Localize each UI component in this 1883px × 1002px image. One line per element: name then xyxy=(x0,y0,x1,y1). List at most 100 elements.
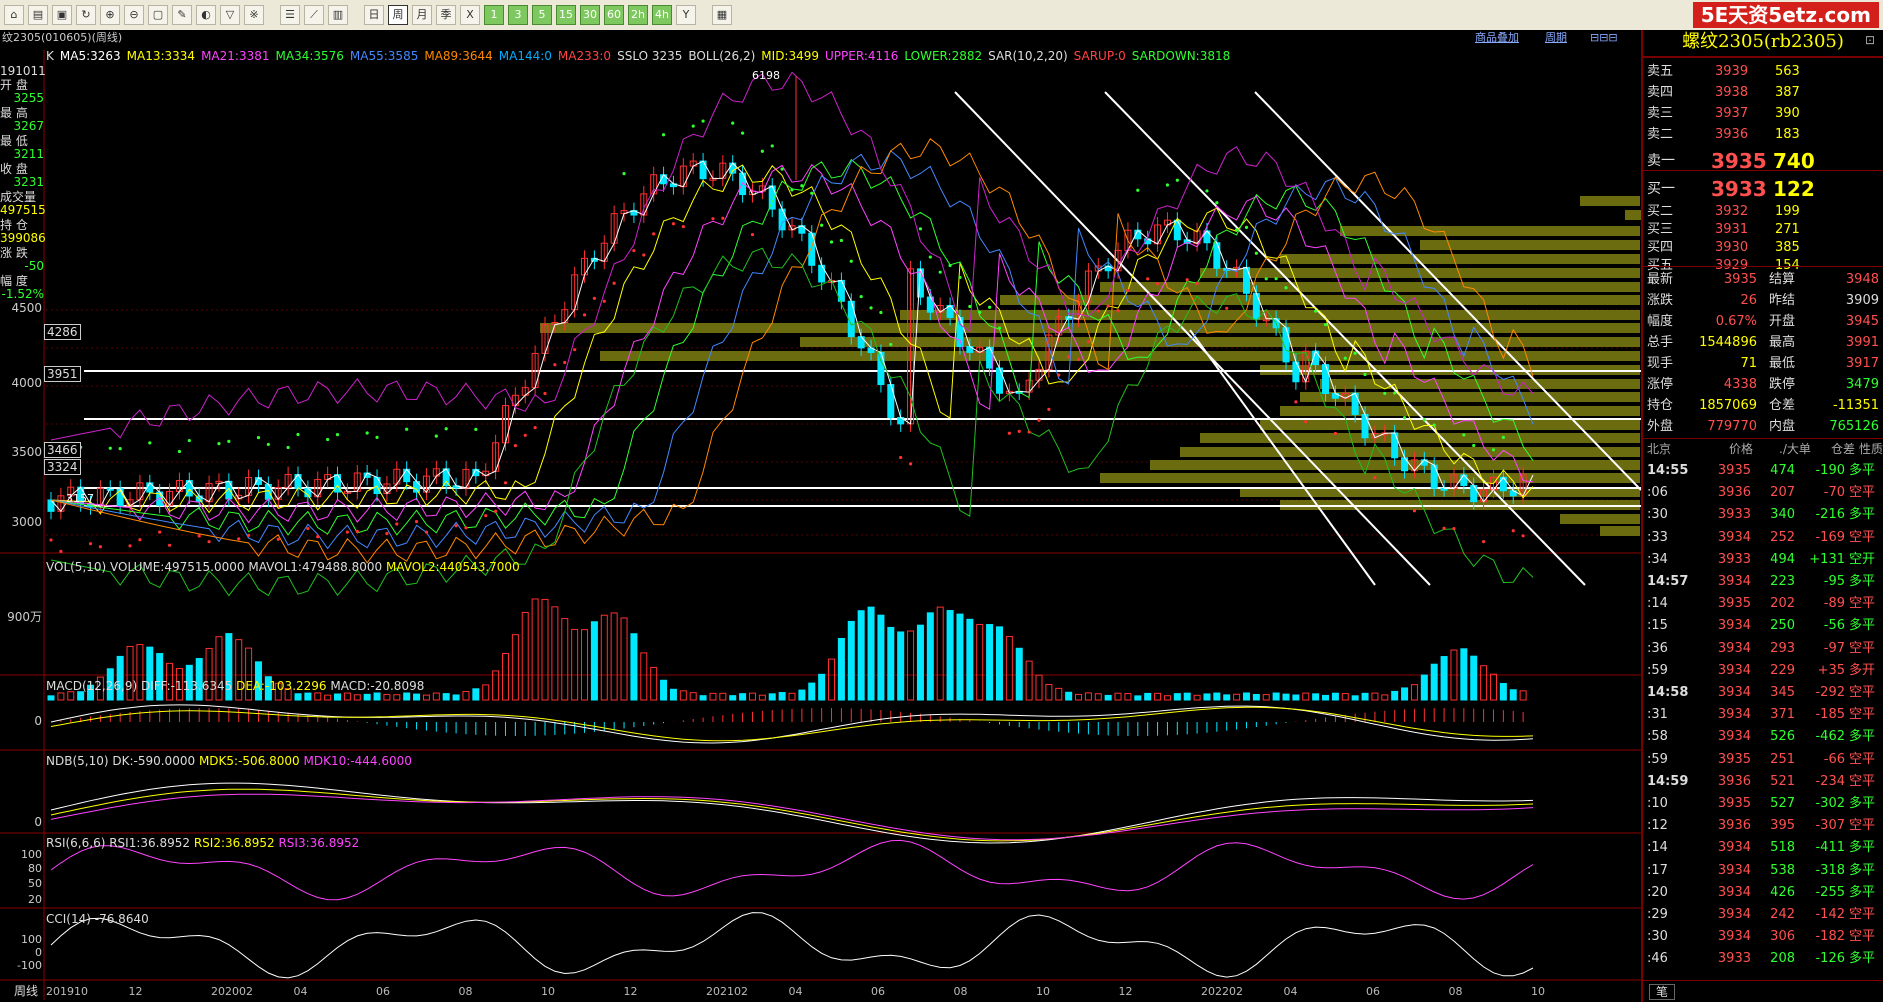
open-icon[interactable]: ▣ xyxy=(52,5,72,25)
sar-dot xyxy=(731,121,735,125)
sar-dot xyxy=(948,263,952,268)
ask-row[interactable]: 卖五 3939 563 xyxy=(1645,62,1881,82)
sar-dot xyxy=(1373,476,1377,480)
tick-row[interactable]: 14:57 3934 223 -95 多平 xyxy=(1645,571,1881,593)
sar-dot xyxy=(1146,277,1150,281)
level-box: 4286 xyxy=(44,324,81,340)
tick-row[interactable]: :30 3934 306 -182 空平 xyxy=(1645,926,1881,948)
volume-bar xyxy=(373,692,381,701)
monthly-icon[interactable]: 月 xyxy=(412,5,432,25)
window-controls[interactable]: ⊟⊟⊟ xyxy=(1590,31,1618,45)
info-value: 3211 xyxy=(13,147,44,161)
stat-value: 3935 xyxy=(1723,272,1757,287)
tick-row[interactable]: :20 3934 426 -255 多平 xyxy=(1645,882,1881,904)
1min-icon[interactable]: 1 xyxy=(484,5,504,25)
stat-value: 3991 xyxy=(1845,335,1879,350)
tick-row[interactable]: :14 3934 518 -411 多平 xyxy=(1645,837,1881,859)
chart-area[interactable]: 纹2305(010605)(周线) 商品叠加 周期 ⊟⊟⊟ K MA5:3263 M… xyxy=(0,30,1641,1002)
x-tick: 202002 xyxy=(211,985,253,998)
window-icon[interactable]: ▢ xyxy=(148,5,168,25)
daily-icon[interactable]: 日 xyxy=(364,5,384,25)
candle-body xyxy=(1242,266,1250,294)
divider xyxy=(1643,170,1883,171)
ask-price: 3938 xyxy=(1715,85,1749,100)
color-icon[interactable]: ◐ xyxy=(196,5,216,25)
sar-dot xyxy=(158,530,162,534)
tick-row[interactable]: :59 3934 229 +35 多开 xyxy=(1645,660,1881,682)
ask-row[interactable]: 卖二 3936 183 xyxy=(1645,125,1881,145)
volume-bar xyxy=(521,611,529,701)
zoom-in-icon[interactable]: ⊕ xyxy=(100,5,120,25)
ndb-mdk10: MDK10:-444.6000 xyxy=(303,754,412,768)
tick-row[interactable]: :17 3934 538 -318 多平 xyxy=(1645,860,1881,882)
ask-row[interactable]: 卖四 3938 387 xyxy=(1645,83,1881,103)
sar-dot xyxy=(553,363,557,367)
folder-icon[interactable]: ▤ xyxy=(28,5,48,25)
tick-row[interactable]: :15 3934 250 -56 多平 xyxy=(1645,615,1881,637)
tick-row[interactable]: :46 3933 208 -126 多平 xyxy=(1645,948,1881,970)
quarter-icon[interactable]: 季 xyxy=(436,5,456,25)
sar-dot xyxy=(1116,309,1120,313)
chart-canvas[interactable] xyxy=(0,30,1641,1002)
ask-row[interactable]: 卖三 3937 390 xyxy=(1645,104,1881,124)
tick-row[interactable]: :58 3934 526 -462 多平 xyxy=(1645,726,1881,748)
3min-icon[interactable]: 3 xyxy=(508,5,528,25)
filter-icon[interactable]: ▽ xyxy=(220,5,240,25)
tick-row[interactable]: :29 3934 242 -142 空平 xyxy=(1645,904,1881,926)
bid-row[interactable]: 买三 3931 271 xyxy=(1645,220,1881,240)
tick-row[interactable]: :14 3935 202 -89 空平 xyxy=(1645,593,1881,615)
x-icon[interactable]: X xyxy=(460,5,480,25)
sar-dot xyxy=(1491,448,1496,452)
stat-value: 3948 xyxy=(1845,272,1879,287)
sar-dot xyxy=(316,535,320,539)
tab-ticks[interactable]: 笔 xyxy=(1649,984,1676,1000)
tick-row[interactable]: :59 3935 251 -66 空平 xyxy=(1645,749,1881,771)
tick-volume: 526 xyxy=(1770,729,1795,745)
tick-row[interactable]: :30 3933 340 -216 多平 xyxy=(1645,504,1881,526)
refresh-icon[interactable]: ↻ xyxy=(76,5,96,25)
5min-icon[interactable]: 5 xyxy=(532,5,552,25)
home-icon[interactable]: ⌂ xyxy=(4,5,24,25)
tick-price: 3934 xyxy=(1717,840,1751,856)
zoom-out-icon[interactable]: ⊖ xyxy=(124,5,144,25)
tick-row[interactable]: 14:59 3936 521 -234 空平 xyxy=(1645,771,1881,793)
tick-row[interactable]: :33 3934 252 -169 空平 xyxy=(1645,527,1881,549)
x-tick: 06 xyxy=(1366,985,1380,998)
overlay-link[interactable]: 商品叠加 xyxy=(1475,31,1519,45)
15min-icon[interactable]: 15 xyxy=(556,5,576,25)
tick-row[interactable]: :31 3934 371 -185 空平 xyxy=(1645,704,1881,726)
tick-row[interactable]: 14:55 3935 474 -190 多平 xyxy=(1645,460,1881,482)
pencil-icon[interactable]: ✎ xyxy=(172,5,192,25)
sar-dot xyxy=(88,542,93,546)
period-link[interactable]: 周期 xyxy=(1545,31,1567,45)
bid-row[interactable]: 买二 3932 199 xyxy=(1645,202,1881,222)
chart-icon[interactable]: ⟋ xyxy=(304,5,324,25)
bid-row[interactable]: 买一 3933 122 xyxy=(1645,176,1881,202)
list-icon[interactable]: ☰ xyxy=(280,5,300,25)
tick-row[interactable]: :06 3936 207 -70 空平 xyxy=(1645,482,1881,504)
tick-row[interactable]: 14:58 3934 345 -292 空平 xyxy=(1645,682,1881,704)
60min-icon[interactable]: 60 xyxy=(604,5,624,25)
tick-row[interactable]: :10 3935 527 -302 多平 xyxy=(1645,793,1881,815)
30min-icon[interactable]: 30 xyxy=(580,5,600,25)
new-icon[interactable]: ※ xyxy=(244,5,264,25)
volume-bar xyxy=(926,612,934,701)
volume-profile-bar xyxy=(1625,210,1641,220)
volume-bar xyxy=(630,633,638,701)
weekly-icon[interactable]: 周 xyxy=(388,5,408,25)
calc-icon[interactable]: ▦ xyxy=(712,5,732,25)
indicator-value: MA13:3334 xyxy=(126,49,196,63)
sar-dot xyxy=(879,310,883,315)
x-tick: 12 xyxy=(1118,985,1133,998)
close-icon[interactable]: ⊡ xyxy=(1865,33,1875,47)
tick-icon[interactable]: ▥ xyxy=(328,5,348,25)
tick-type: 多平 xyxy=(1849,840,1876,856)
2h-icon[interactable]: 2h xyxy=(628,5,648,25)
tick-row[interactable]: :34 3933 494 +131 空开 xyxy=(1645,549,1881,571)
tick-row[interactable]: :12 3936 395 -307 空平 xyxy=(1645,815,1881,837)
bid-row[interactable]: 买四 3930 385 xyxy=(1645,238,1881,258)
volume-profile-bar xyxy=(1420,240,1640,250)
year-icon[interactable]: Y xyxy=(676,5,696,25)
tick-row[interactable]: :36 3934 293 -97 空平 xyxy=(1645,638,1881,660)
4h-icon[interactable]: 4h xyxy=(652,5,672,25)
